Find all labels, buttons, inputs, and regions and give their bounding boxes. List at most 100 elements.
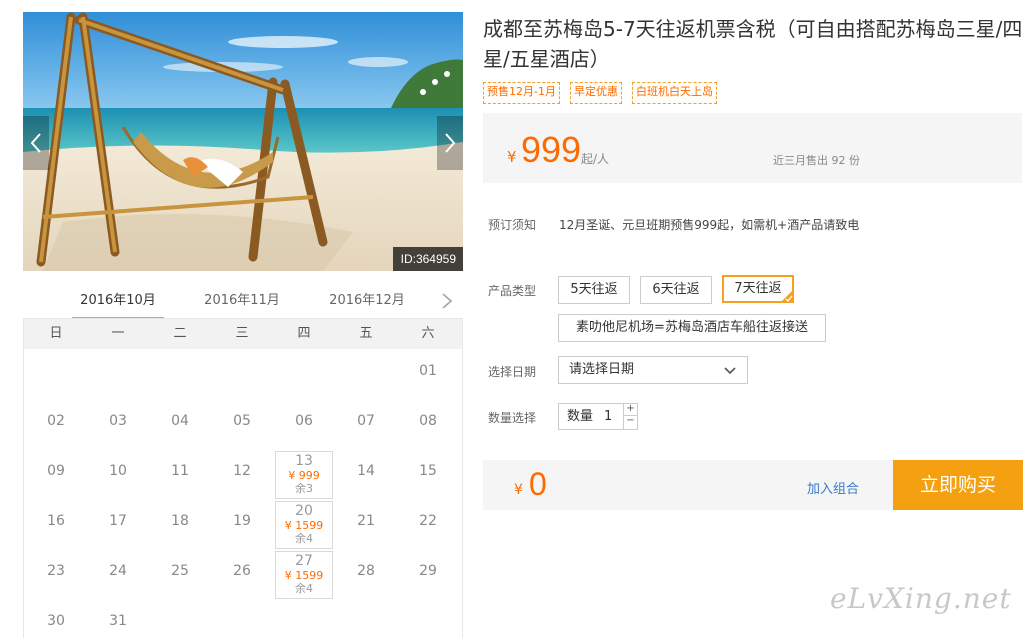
product-photo: ID:364959 [23,12,463,271]
day-stock: 余4 [295,582,313,595]
day-stock: 余3 [295,482,313,495]
calendar-day: 08 [399,401,457,449]
option-5-day[interactable]: 5天往返 [558,276,630,304]
day-number: 06 [295,413,313,429]
calendar-day: 03 [89,401,147,449]
photo-prev-button[interactable] [23,116,49,170]
option-7-day[interactable]: 7天往返 [722,275,794,303]
tag-presale: 预售12月-1月 [483,82,560,104]
chevron-left-icon [30,133,41,153]
calendar-day: 16 [27,501,85,549]
day-number: 25 [171,563,189,579]
weekday-tue: 二 [173,326,187,341]
calendar-day-available[interactable]: 20 ¥ 1599 余4 [275,501,333,549]
calendar-day: 10 [89,451,147,499]
day-price: ¥ 1599 [284,569,324,582]
qty-value[interactable]: 1 [604,404,612,429]
calendar-day: 11 [151,451,209,499]
tab-month-oct[interactable]: 2016年10月 [72,286,164,320]
tag-early-discount: 早定优惠 [569,82,622,104]
chevron-right-icon [445,133,456,153]
day-number: 12 [233,463,251,479]
day-stock: 余4 [295,532,313,545]
type-label: 产品类型 [488,284,537,298]
calendar-day-available[interactable]: 27 ¥ 1599 余4 [275,551,333,599]
day-number: 29 [419,563,437,579]
calendar-day: 09 [27,451,85,499]
option-6-day[interactable]: 6天往返 [640,276,712,304]
day-number: 14 [357,463,375,479]
price-unit: 起/人 [581,152,610,166]
calendar: 日 一 二 三 四 五 六 01 02 03 04 05 06 07 08 09 10 11 12 13… [23,318,463,638]
calendar-month-tabs: 2016年10月 2016年11月 2016年12月 [23,286,463,320]
buy-now-button[interactable]: 立即购买 [893,460,1023,510]
day-number: 08 [419,413,437,429]
day-number: 31 [109,613,127,629]
calendar-day: 23 [27,551,85,599]
weekday-fri: 五 [359,326,373,341]
price-currency: ¥ [507,148,517,166]
day-number: 01 [419,363,437,379]
calendar-day: 29 [399,551,457,599]
calendar-day: 17 [89,501,147,549]
calendar-day: 14 [337,451,395,499]
calendar-day: 01 [399,351,457,399]
total-bar: ¥ 0 加入组合 [483,460,893,510]
day-number: 22 [419,513,437,529]
day-number: 02 [47,413,65,429]
chevron-down-icon [724,367,736,375]
day-number: 05 [233,413,251,429]
calendar-day: 15 [399,451,457,499]
total-currency: ¥ [514,482,523,498]
day-number: 19 [233,513,251,529]
weekday-mon: 一 [111,326,125,341]
calendar-day-available[interactable]: 13 ¥ 999 余3 [275,451,333,499]
photo-id-label: ID:364959 [392,247,463,271]
day-number: 11 [171,463,189,479]
calendar-day: 22 [399,501,457,549]
tab-month-dec[interactable]: 2016年12月 [321,286,413,320]
calendar-day: 24 [89,551,147,599]
sold-count: 近三月售出 92 份 [773,154,860,167]
calendar-day: 07 [337,401,395,449]
option-transfer[interactable]: 素叻他尼机场=苏梅岛酒店车船往返接送 [558,314,826,342]
calendar-day: 28 [337,551,395,599]
calendar-day: 30 [27,601,85,638]
weekday-sat: 六 [421,326,435,341]
calendar-weekday-header: 日 一 二 三 四 五 六 [24,319,462,349]
tab-month-nov[interactable]: 2016年11月 [196,286,288,320]
day-number: 04 [171,413,189,429]
date-label: 选择日期 [488,365,537,379]
date-select-value: 请选择日期 [569,362,635,377]
day-number: 09 [47,463,65,479]
day-number: 20 [295,503,313,519]
qty-decrease-button[interactable]: − [623,416,637,429]
notice-label: 预订须知 [488,218,537,232]
day-price: ¥ 999 [288,469,320,482]
product-page: ID:364959 2016年10月 2016年11月 2016年12月 日 一… [0,0,1034,638]
day-number: 15 [419,463,437,479]
day-number: 27 [295,553,313,569]
total-value: 0 [529,466,547,502]
quantity-stepper: 数量 1 + − [558,403,638,430]
calendar-day: 21 [337,501,395,549]
calendar-day: 25 [151,551,209,599]
selected-check-icon [781,290,793,302]
tag-day-flight: 白班机白天上岛 [631,82,717,104]
product-tags: 预售12月-1月 早定优惠 白班机白天上岛 [483,82,717,104]
price-box: ¥ 999 起/人 近三月售出 92 份 [483,113,1022,183]
add-combo-link[interactable]: 加入组合 [807,478,859,497]
price-value: 999 [521,129,582,170]
weekday-thu: 四 [297,326,311,341]
day-number: 10 [109,463,127,479]
calendar-day: 26 [213,551,271,599]
date-select[interactable]: 请选择日期 [558,356,748,384]
calendar-next-icon[interactable] [439,291,455,311]
calendar-day: 02 [27,401,85,449]
day-number: 21 [357,513,375,529]
day-price: ¥ 1599 [284,519,324,532]
notice-text: 12月圣诞、元旦班期预售999起，如需机+酒产品请致电 [559,218,860,232]
day-number: 23 [47,563,65,579]
photo-next-button[interactable] [437,116,463,170]
calendar-day: 19 [213,501,271,549]
